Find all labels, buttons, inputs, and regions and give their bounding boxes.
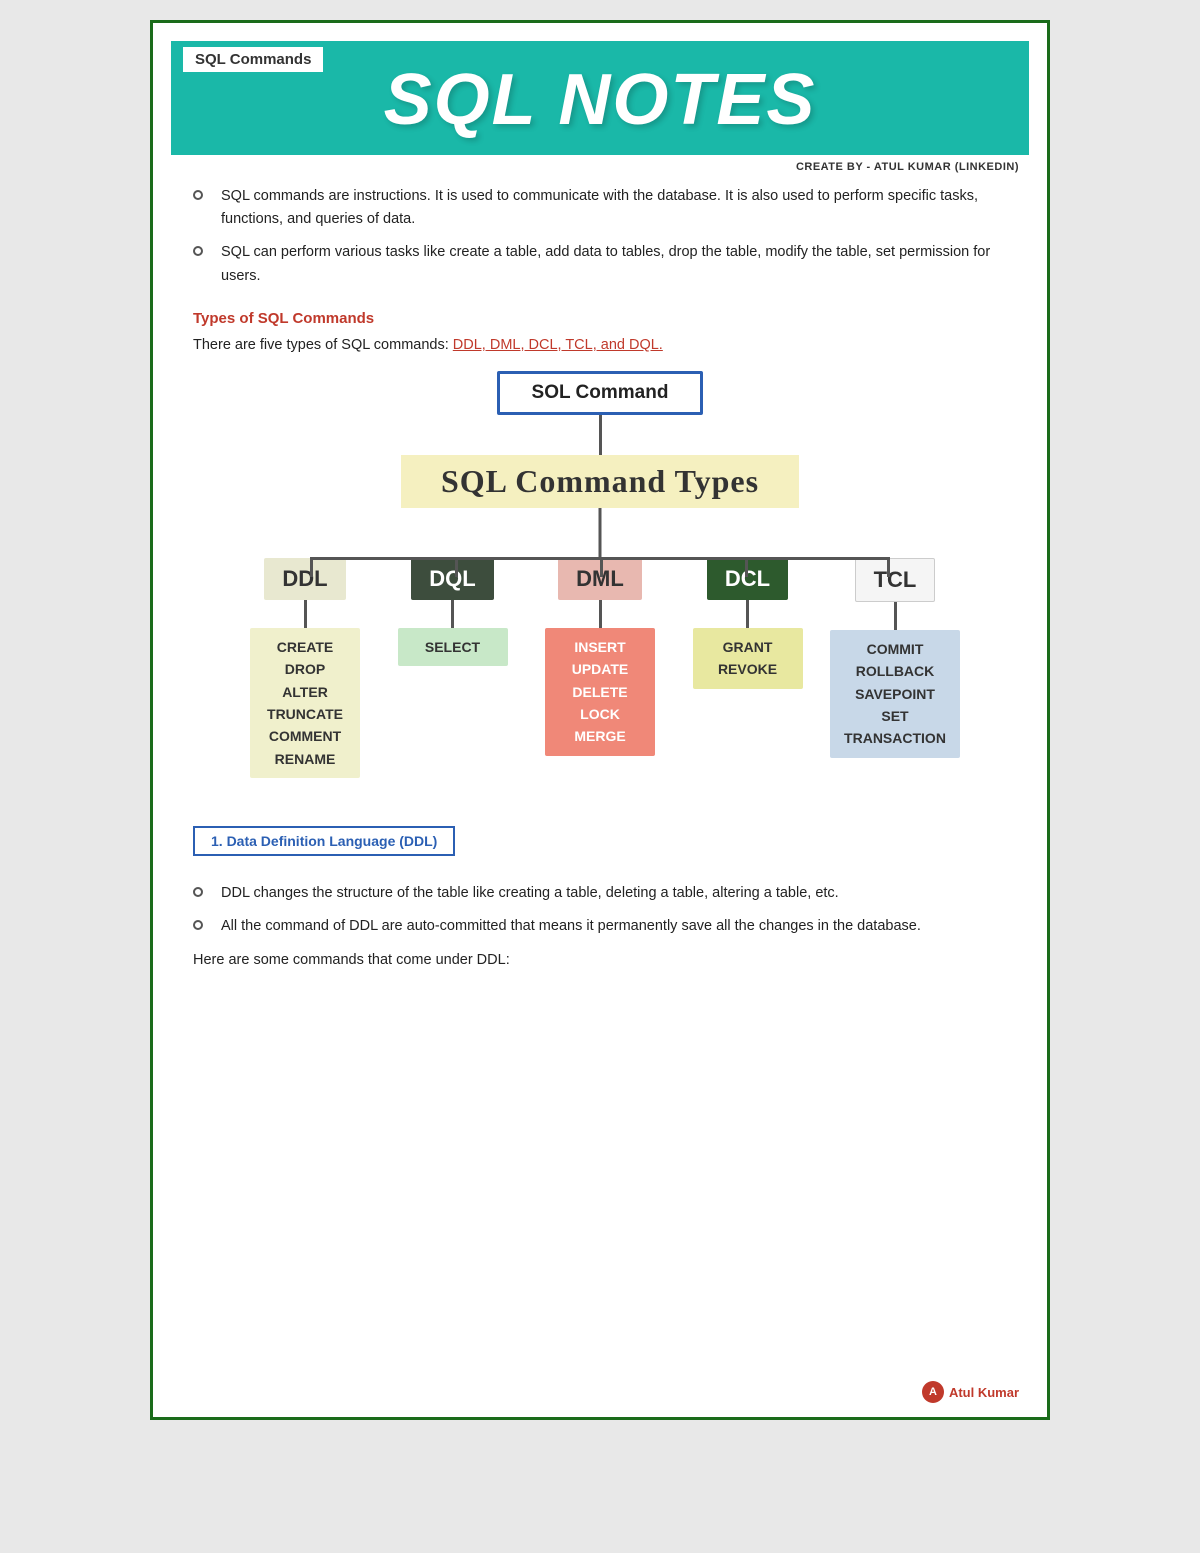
diagram-type-label: SQL Command Types — [401, 455, 799, 508]
types-intro: There are five types of SQL commands: DD… — [193, 337, 1007, 353]
ddl-footer-text: Here are some commands that come under D… — [193, 952, 1007, 968]
types-intro-underline: DDL, DML, DCL, TCL, and DQL. — [453, 337, 663, 353]
bullet-item-2: SQL can perform various tasks like creat… — [193, 241, 1007, 287]
diagram-connector — [240, 508, 960, 558]
ddl-bullet-circle-1 — [193, 887, 203, 897]
bullet-circle-2 — [193, 246, 203, 256]
bullet-item-1: SQL commands are instructions. It is use… — [193, 185, 1007, 231]
branch-ddl: DDL CREATE DROP ALTER TRUNCATE COMMENT R… — [240, 558, 370, 778]
ddl-bullet-2: All the command of DDL are auto-committe… — [193, 915, 1007, 938]
bullet-text-1: SQL commands are instructions. It is use… — [221, 185, 1007, 231]
vert-drop-5 — [887, 557, 890, 577]
ddl-bullet-1: DDL changes the structure of the table l… — [193, 882, 1007, 905]
branch-dml: DML INSERT UPDATE DELETE LOCK MERGE — [535, 558, 665, 756]
ddl-bullet-text-2: All the command of DDL are auto-committe… — [221, 915, 921, 938]
types-intro-text: There are five types of SQL commands: — [193, 337, 449, 353]
tcl-vert — [894, 602, 897, 630]
vert-drop-3 — [600, 557, 603, 577]
diagram-top-box: SOL Command — [497, 371, 704, 415]
ddl-bullet-text-1: DDL changes the structure of the table l… — [221, 882, 839, 905]
bullet-text-2: SQL can perform various tasks like creat… — [221, 241, 1007, 287]
tcl-sub-items: COMMIT ROLLBACK SAVEPOINT SET TRANSACTIO… — [830, 630, 960, 758]
dml-sub-items: INSERT UPDATE DELETE LOCK MERGE — [545, 628, 655, 756]
create-by: CREATE BY - ATUL KUMAR (LINKEDIN) — [153, 155, 1047, 173]
brand-name: Atul Kumar — [949, 1385, 1019, 1400]
ddl-sub-items: CREATE DROP ALTER TRUNCATE COMMENT RENAM… — [250, 628, 360, 778]
ddl-section-badge: 1. Data Definition Language (DDL) — [193, 826, 455, 856]
types-title: Types of SQL Commands — [193, 310, 1007, 327]
branch-dcl: DCL GRANT REVOKE — [683, 558, 813, 689]
branch-tcl: TCL COMMIT ROLLBACK SAVEPOINT SET TRANSA… — [830, 558, 960, 758]
branches: DDL CREATE DROP ALTER TRUNCATE COMMENT R… — [240, 558, 960, 778]
bullet-circle-1 — [193, 190, 203, 200]
ddl-vert — [304, 600, 307, 628]
dcl-sub-items: GRANT REVOKE — [693, 628, 803, 689]
brand-icon: A — [922, 1381, 944, 1403]
ddl-bullets: DDL changes the structure of the table l… — [193, 882, 1007, 938]
ddl-bullet-circle-2 — [193, 920, 203, 930]
intro-section: SQL commands are instructions. It is use… — [193, 185, 1007, 288]
dml-vert — [599, 600, 602, 628]
vert-drop-1 — [310, 557, 313, 577]
dcl-vert — [746, 600, 749, 628]
dql-label: DQL — [411, 558, 493, 600]
vert-drop-2 — [455, 557, 458, 577]
diagram-vert-line-1 — [599, 415, 602, 455]
sql-diagram: SOL Command SQL Command Types — [193, 371, 1007, 778]
dql-vert — [451, 600, 454, 628]
sql-commands-badge: SQL Commands — [181, 45, 325, 74]
branch-dql: DQL SELECT — [388, 558, 518, 666]
center-vert-line — [599, 508, 602, 558]
tcl-label: TCL — [855, 558, 936, 602]
sql-commands-label: SQL Commands — [195, 51, 311, 68]
vert-drop-4 — [745, 557, 748, 577]
page: SQL Commands SQL NOTES CREATE BY - ATUL … — [150, 20, 1050, 1420]
main-content: SQL commands are instructions. It is use… — [153, 185, 1047, 998]
footer-brand: A Atul Kumar — [922, 1381, 1019, 1403]
dql-sub-items: SELECT — [398, 628, 508, 666]
ddl-label: DDL — [264, 558, 345, 600]
